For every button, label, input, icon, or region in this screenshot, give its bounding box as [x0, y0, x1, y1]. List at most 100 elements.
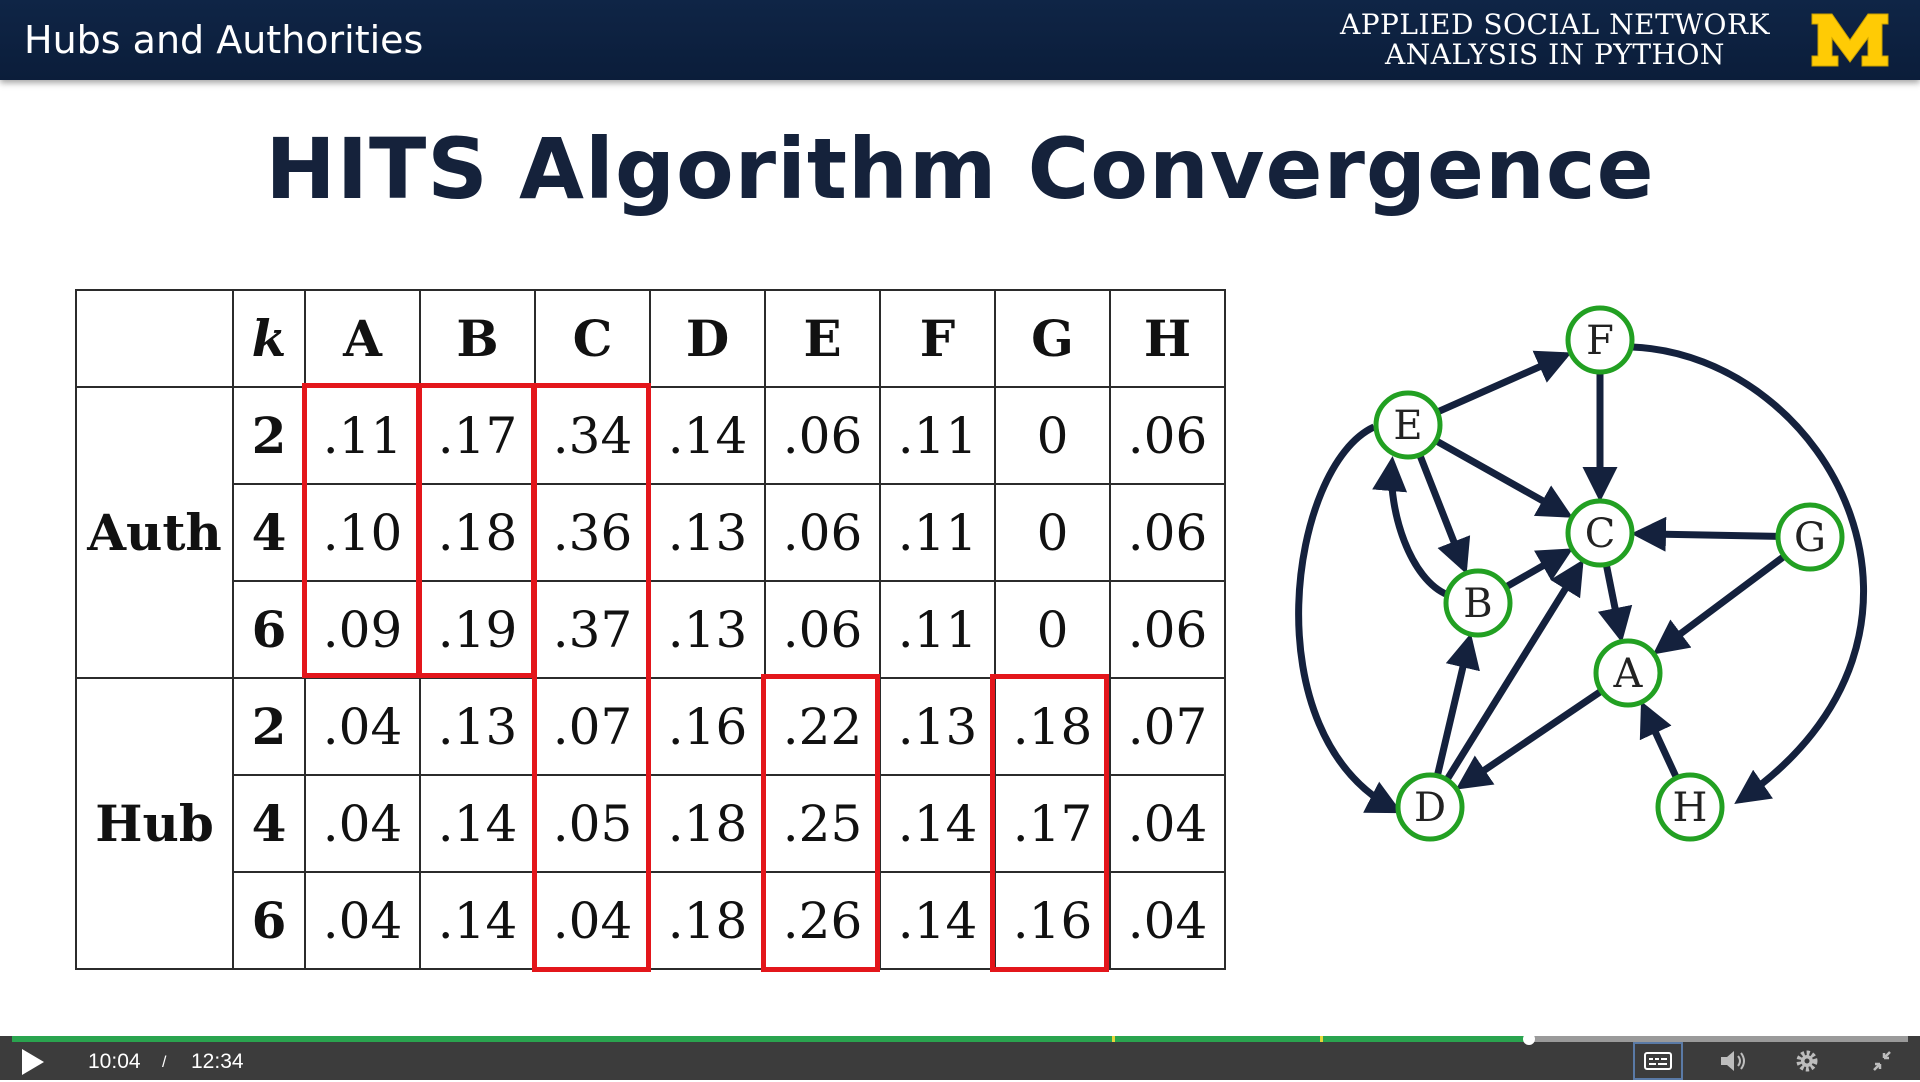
node-label: C	[1585, 511, 1616, 557]
score-cell: .19	[419, 580, 536, 679]
edge-b-c	[1504, 548, 1574, 591]
score-cell: .04	[304, 871, 421, 970]
column-header: H	[1109, 289, 1226, 388]
table-row: 4.10.18.36.13.06.11 0.06	[76, 483, 1226, 582]
chapter-marker	[1320, 1036, 1323, 1042]
score-cell: .06	[1109, 580, 1226, 679]
time-separator: /	[162, 1054, 167, 1071]
score-cell: .13	[879, 677, 996, 776]
score-cell: .09	[304, 580, 421, 679]
progress-scrubber[interactable]	[1522, 1033, 1535, 1045]
score-cell: .06	[764, 483, 881, 582]
score-cell: .04	[1109, 774, 1226, 873]
score-cell: 0	[994, 386, 1111, 485]
header-bar: Hubs and Authorities APPLIED SOCIAL NETW…	[0, 0, 1920, 80]
table-header-row: k A B C D E F G H	[75, 289, 1226, 388]
score-cell: .14	[419, 871, 536, 970]
lesson-title: Hubs and Authorities	[24, 18, 424, 62]
group-label: Auth	[75, 386, 234, 679]
table-row: 6.04.14.04.18.26.14.16.04	[76, 871, 1226, 970]
course-title: APPLIED SOCIAL NETWORK ANALYSIS IN PYTHO…	[1340, 10, 1770, 70]
exit-fullscreen-icon[interactable]	[1862, 1046, 1902, 1076]
graph-node-h: H	[1655, 772, 1725, 842]
node-label: A	[1613, 651, 1644, 697]
score-cell: .07	[534, 677, 651, 776]
slide-title: HITS Algorithm Convergence	[265, 120, 1655, 218]
score-cell: .07	[1109, 677, 1226, 776]
edge-e-f	[1435, 350, 1572, 416]
edge-g-a	[1652, 553, 1787, 655]
node-label: B	[1463, 581, 1492, 627]
gear-icon[interactable]	[1787, 1046, 1827, 1076]
node-label: D	[1414, 785, 1446, 831]
score-cell: .16	[649, 677, 766, 776]
hits-convergence-table: k A B C D E F G H Auth 2.11.17.34.14.06.1…	[75, 289, 1226, 970]
score-cell: .11	[879, 483, 996, 582]
edge-h-a	[1639, 701, 1680, 780]
score-cell: .13	[419, 677, 536, 776]
score-cell: .26	[764, 871, 881, 970]
k-cell: 6	[232, 580, 306, 679]
score-cell: .06	[764, 580, 881, 679]
column-header: C	[534, 289, 651, 388]
captions-icon	[1644, 1052, 1672, 1070]
edge-b-e	[1372, 456, 1450, 599]
k-cell: 4	[232, 483, 306, 582]
university-logo	[1811, 13, 1889, 67]
score-cell: .14	[419, 774, 536, 873]
edge-f-h	[1631, 343, 1867, 804]
captions-button[interactable]	[1633, 1042, 1683, 1080]
score-cell: .10	[304, 483, 421, 582]
graph-node-a: A	[1593, 638, 1663, 708]
score-cell: .36	[534, 483, 651, 582]
course-title-line-1: APPLIED SOCIAL NETWORK	[1339, 8, 1770, 41]
graph-node-g: G	[1775, 502, 1845, 572]
course-title-line-2: ANALYSIS IN PYTHON	[1385, 38, 1725, 71]
edge-g-c	[1630, 516, 1779, 552]
score-cell: .06	[1109, 483, 1226, 582]
score-cell: .18	[419, 483, 536, 582]
network-graph: F E C G B A D H	[1295, 305, 1867, 842]
score-cell: .13	[649, 483, 766, 582]
node-label: G	[1794, 515, 1826, 561]
graph-node-e: E	[1373, 390, 1443, 460]
progress-fill	[12, 1036, 1529, 1042]
edge-c-a	[1597, 563, 1633, 643]
node-label: E	[1393, 403, 1422, 449]
node-label: H	[1673, 785, 1708, 831]
volume-icon[interactable]	[1713, 1046, 1753, 1076]
table-row: Hub 2.04.13.07.16.22.13.18.07	[75, 677, 1226, 970]
edge-a-d	[1455, 688, 1604, 790]
column-header: D	[649, 289, 766, 388]
score-cell: .04	[304, 774, 421, 873]
column-header: G	[994, 289, 1111, 388]
score-cell: .06	[764, 386, 881, 485]
score-cell: .11	[879, 580, 996, 679]
play-icon[interactable]	[22, 1049, 44, 1075]
k-cell: 6	[232, 871, 306, 970]
graph-node-c: C	[1565, 498, 1635, 568]
score-cell: 0	[994, 483, 1111, 582]
chapter-marker	[1112, 1036, 1115, 1042]
score-cell: .22	[764, 677, 881, 776]
score-cell: .16	[994, 871, 1111, 970]
score-cell: .14	[649, 386, 766, 485]
score-cell: .17	[994, 774, 1111, 873]
duration: 12:34	[191, 1050, 244, 1073]
graph-node-d: D	[1395, 772, 1465, 842]
score-cell: .04	[1109, 871, 1226, 970]
k-header: k	[232, 289, 306, 388]
score-cell: 0	[994, 580, 1111, 679]
score-cell: .11	[304, 386, 421, 485]
node-label: F	[1586, 318, 1614, 364]
corner-cell	[75, 289, 234, 388]
score-cell: .25	[764, 774, 881, 873]
score-cell: .37	[534, 580, 651, 679]
edge-e-b	[1416, 453, 1471, 575]
current-time: 10:04	[88, 1050, 141, 1073]
score-cell: .11	[879, 386, 996, 485]
edge-e-d	[1295, 423, 1403, 814]
table-row: Auth 2.11.17.34.14.06.11 0.06	[75, 386, 1226, 679]
column-header: B	[419, 289, 536, 388]
edge-e-c	[1434, 437, 1573, 518]
